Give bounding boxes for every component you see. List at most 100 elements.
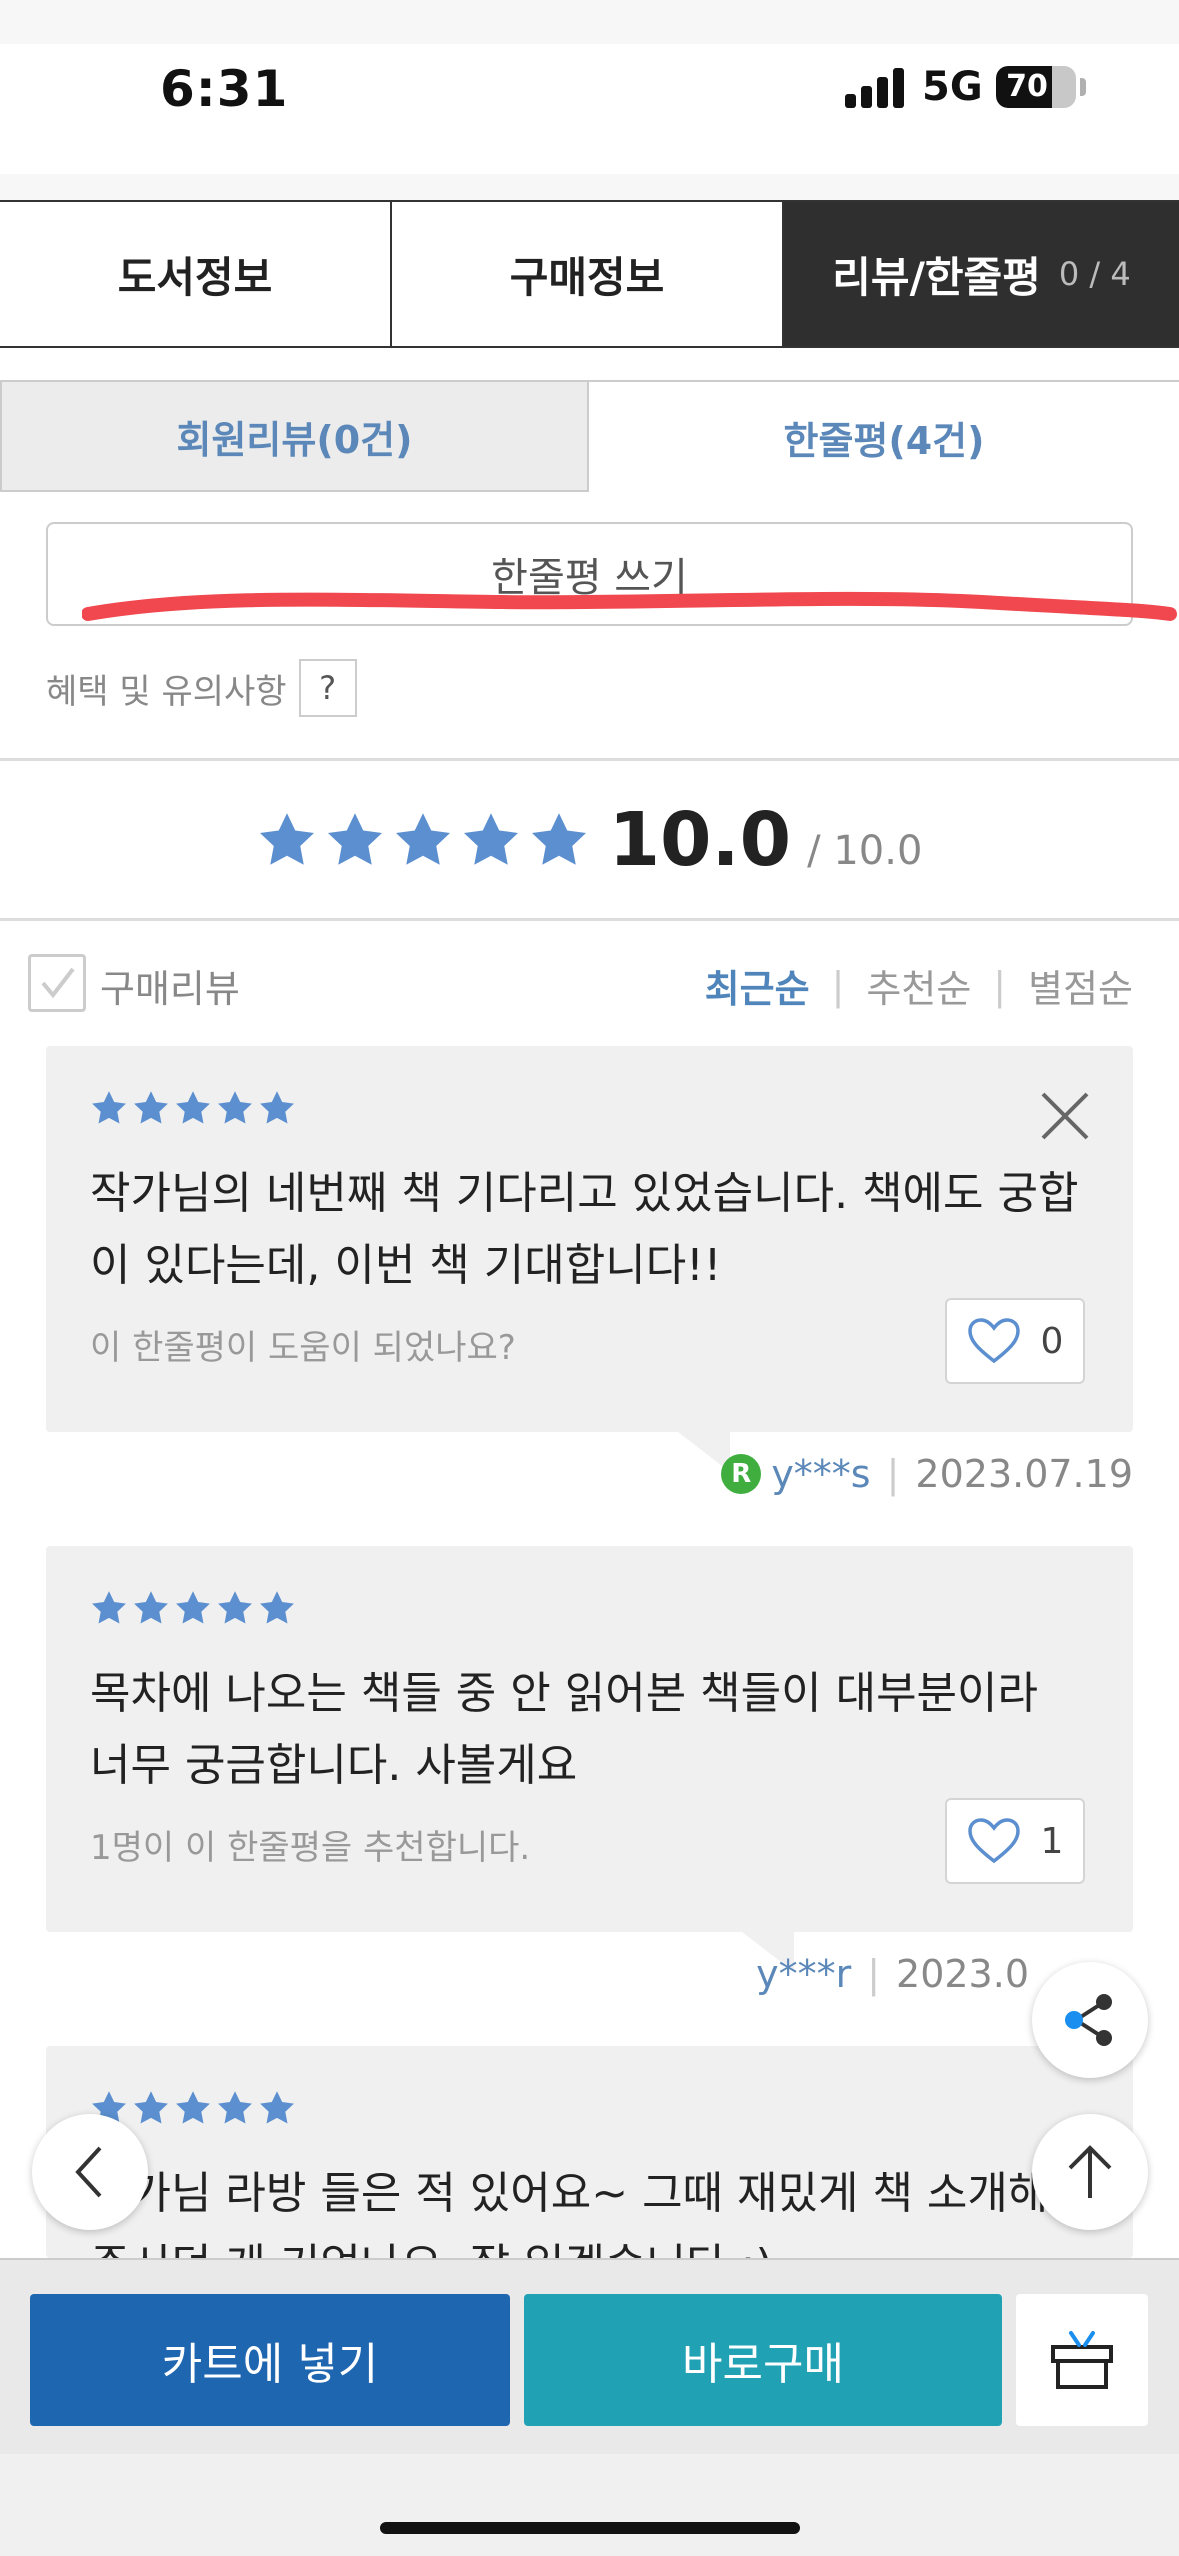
heart-icon bbox=[967, 1818, 1020, 1864]
gift-icon bbox=[1051, 2331, 1113, 2389]
benefits-notice: 혜택 및 유의사항 ? bbox=[46, 656, 357, 720]
sort-options: 최근순 | 추천순 | 별점순 bbox=[705, 958, 1133, 1013]
main-tabs: 도서정보 구매정보 리뷰/한줄평 0 / 4 bbox=[0, 200, 1179, 348]
review-author-row: y***r | 2023.0 bbox=[756, 1952, 1029, 1996]
gift-button[interactable] bbox=[1016, 2294, 1148, 2426]
star-icon bbox=[176, 1091, 210, 1124]
tab-member-reviews[interactable]: 회원리뷰(0건) bbox=[0, 380, 589, 492]
share-button[interactable] bbox=[1032, 1962, 1148, 2078]
star-icon bbox=[531, 813, 586, 865]
purchase-review-label: 구매리뷰 bbox=[100, 967, 240, 1011]
chevron-left-icon bbox=[75, 2146, 102, 2198]
status-top-strip bbox=[0, 0, 1179, 44]
rating-summary: 10.0 / 10.0 bbox=[0, 790, 1179, 890]
filter-row: 구매리뷰 최근순 | 추천순 | 별점순 bbox=[0, 952, 1179, 1016]
review-date: 2023.07.19 bbox=[915, 1452, 1133, 1496]
buy-now-label: 바로구매 bbox=[682, 2339, 844, 2390]
r-badge-icon: R bbox=[721, 1454, 762, 1494]
star-icon bbox=[259, 813, 314, 865]
star-icon bbox=[134, 1091, 168, 1124]
review-card: 작가님의 네번째 책 기다리고 있었습니다. 책에도 궁합이 있다는데, 이번 … bbox=[46, 1046, 1133, 1432]
star-icon bbox=[92, 1591, 126, 1624]
sort-rating[interactable]: 별점순 bbox=[1028, 958, 1133, 1013]
battery-icon: 70 bbox=[996, 66, 1076, 108]
home-indicator[interactable] bbox=[380, 2522, 800, 2534]
like-count: 1 bbox=[1040, 1820, 1064, 1862]
star-icon bbox=[134, 2091, 168, 2124]
star-icon bbox=[260, 1591, 294, 1624]
separator: | bbox=[886, 1452, 900, 1496]
sort-separator: | bbox=[831, 963, 845, 1008]
benefits-notice-label: 혜택 및 유의사항 bbox=[46, 671, 287, 712]
review-author: y***s bbox=[771, 1452, 871, 1496]
star-icon bbox=[218, 1591, 252, 1624]
check-icon bbox=[41, 967, 75, 999]
status-time: 6:31 bbox=[160, 60, 289, 118]
home-indicator-area bbox=[0, 2454, 1179, 2556]
tab-purchase-info-label: 구매정보 bbox=[509, 252, 665, 302]
tab-reviews-label: 리뷰/한줄평 bbox=[832, 252, 1041, 302]
battery-level: 70 bbox=[1006, 69, 1048, 104]
sort-recommended[interactable]: 추천순 bbox=[866, 958, 971, 1013]
bottom-action-bar: 카트에 넣기 바로구매 bbox=[0, 2258, 1179, 2454]
review-author-row: R y***s | 2023.07.19 bbox=[721, 1452, 1133, 1496]
tab-purchase-info[interactable]: 구매정보 bbox=[392, 202, 784, 346]
review-date: 2023.0 bbox=[896, 1952, 1029, 1996]
sub-tabs: 회원리뷰(0건) 한줄평(4건) bbox=[0, 380, 1179, 492]
review-text: 작가님 라방 들은 적 있어요~ 그때 재밌게 책 소개해 주시던 게 기억나요… bbox=[90, 2168, 1049, 2258]
review-text: 목차에 나오는 책들 중 안 읽어본 책들이 대부분이라 너무 궁금합니다. 사… bbox=[90, 1668, 1038, 1791]
tab-reviews-count: 0 / 4 bbox=[1058, 255, 1131, 293]
rating-max: / 10.0 bbox=[807, 828, 923, 874]
like-button[interactable]: 0 bbox=[945, 1298, 1085, 1384]
divider bbox=[0, 758, 1179, 761]
star-icon bbox=[218, 1091, 252, 1124]
tab-one-line-reviews-label: 한줄평(4건) bbox=[783, 418, 985, 463]
review-card: 작가님 라방 들은 적 있어요~ 그때 재밌게 책 소개해 주시던 게 기억나요… bbox=[46, 2046, 1133, 2258]
rating-score: 10.0 bbox=[608, 797, 792, 883]
like-button[interactable]: 1 bbox=[945, 1798, 1085, 1884]
star-icon bbox=[395, 813, 450, 865]
star-icon bbox=[260, 2091, 294, 2124]
page: 6:31 5G 70 도서정보 구매정보 리뷰/한줄평 0 / 4 회원리뷰(0… bbox=[0, 0, 1179, 2556]
rating-stars bbox=[257, 811, 589, 869]
add-to-cart-label: 카트에 넣기 bbox=[161, 2339, 379, 2390]
status-bar: 6:31 5G 70 bbox=[0, 44, 1179, 174]
sort-separator: | bbox=[993, 963, 1007, 1008]
status-gap bbox=[0, 174, 1179, 202]
back-button[interactable] bbox=[32, 2114, 148, 2230]
tab-book-info[interactable]: 도서정보 bbox=[0, 202, 392, 346]
star-icon bbox=[176, 2091, 210, 2124]
review-card: 목차에 나오는 책들 중 안 읽어본 책들이 대부분이라 너무 궁금합니다. 사… bbox=[46, 1546, 1133, 1932]
close-icon[interactable] bbox=[1037, 1088, 1093, 1144]
separator: | bbox=[867, 1952, 881, 1996]
helpful-prompt: 이 한줄평이 도움이 되었나요? bbox=[90, 1328, 516, 1368]
star-icon bbox=[260, 1091, 294, 1124]
purchase-review-checkbox[interactable] bbox=[28, 954, 86, 1012]
add-to-cart-button[interactable]: 카트에 넣기 bbox=[30, 2294, 510, 2426]
star-icon bbox=[134, 1591, 168, 1624]
divider bbox=[0, 918, 1179, 921]
like-count: 0 bbox=[1040, 1320, 1064, 1362]
review-text: 작가님의 네번째 책 기다리고 있었습니다. 책에도 궁합이 있다는데, 이번 … bbox=[90, 1168, 1079, 1291]
review-author: y***r bbox=[756, 1952, 852, 1996]
battery-nub bbox=[1080, 78, 1086, 96]
tab-member-reviews-label: 회원리뷰(0건) bbox=[176, 417, 413, 462]
scroll-top-button[interactable] bbox=[1032, 2114, 1148, 2230]
network-label: 5G bbox=[922, 64, 983, 110]
tab-reviews[interactable]: 리뷰/한줄평 0 / 4 bbox=[784, 202, 1179, 346]
arrow-up-icon bbox=[1068, 2145, 1112, 2198]
buy-now-button[interactable]: 바로구매 bbox=[524, 2294, 1002, 2426]
star-icon bbox=[218, 2091, 252, 2124]
tab-book-info-label: 도서정보 bbox=[117, 252, 273, 302]
sort-recent[interactable]: 최근순 bbox=[705, 958, 810, 1013]
star-icon bbox=[176, 1591, 210, 1624]
star-icon bbox=[92, 1091, 126, 1124]
review-stars bbox=[90, 1590, 296, 1626]
red-underline-annotation bbox=[82, 591, 1177, 621]
heart-icon bbox=[967, 1318, 1020, 1364]
tab-one-line-reviews[interactable]: 한줄평(4건) bbox=[589, 380, 1179, 492]
signal-icon bbox=[845, 68, 907, 108]
star-icon bbox=[463, 813, 518, 865]
review-stars bbox=[90, 2090, 296, 2126]
help-button[interactable]: ? bbox=[298, 659, 357, 717]
